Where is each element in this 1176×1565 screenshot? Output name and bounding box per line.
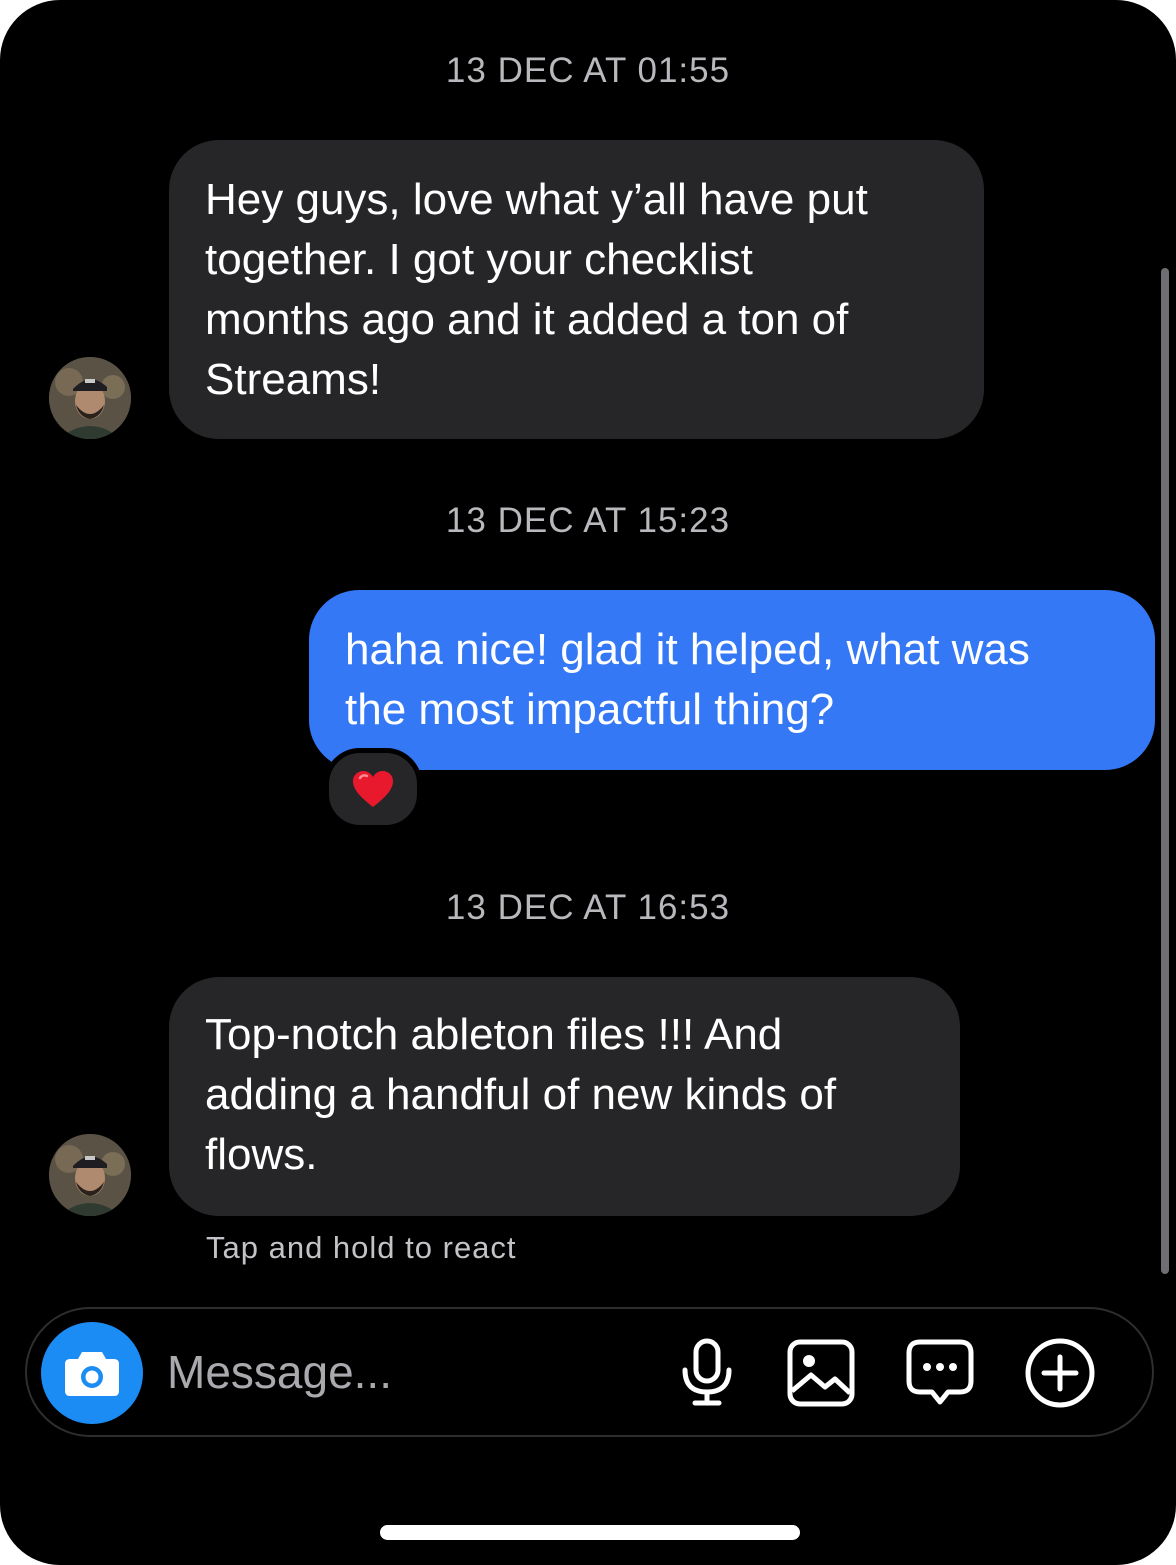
avatar-photo [49,1134,131,1216]
plus-circle-icon [1025,1338,1095,1408]
camera-icon [65,1352,119,1396]
message-timestamp: 13 DEC AT 15:23 [445,501,731,540]
react-hint: Tap and hold to react [206,1230,517,1265]
heart-icon [353,771,393,807]
message-bubble-outgoing[interactable]: haha nice! glad it helped, what was the … [309,590,1155,770]
sender-avatar[interactable] [49,1134,131,1216]
message-input[interactable] [167,1339,647,1405]
message-composer [25,1307,1154,1437]
message-timestamp: 13 DEC AT 01:55 [445,51,731,90]
message-bubble-incoming[interactable]: Top-notch ableton files !!! And adding a… [169,977,960,1216]
gallery-button[interactable] [785,1337,857,1409]
avatar-photo [49,357,131,439]
microphone-button[interactable] [671,1337,743,1409]
microphone-icon [682,1338,732,1406]
chat-screen: 13 DEC AT 01:55 Hey guys, love what y’al… [0,0,1176,1565]
message-timestamp: 13 DEC AT 16:53 [445,888,731,927]
sticker-chat-icon [906,1339,974,1405]
sticker-chat-button[interactable] [904,1337,976,1409]
more-button[interactable] [1024,1337,1096,1409]
message-bubble-incoming[interactable]: Hey guys, love what y’all have put toget… [169,140,984,439]
gallery-icon [787,1339,855,1407]
reaction-badge[interactable] [324,748,422,830]
camera-button[interactable] [41,1322,143,1424]
scrollbar[interactable] [1161,268,1169,1274]
home-indicator[interactable] [380,1525,800,1540]
sender-avatar[interactable] [49,357,131,439]
